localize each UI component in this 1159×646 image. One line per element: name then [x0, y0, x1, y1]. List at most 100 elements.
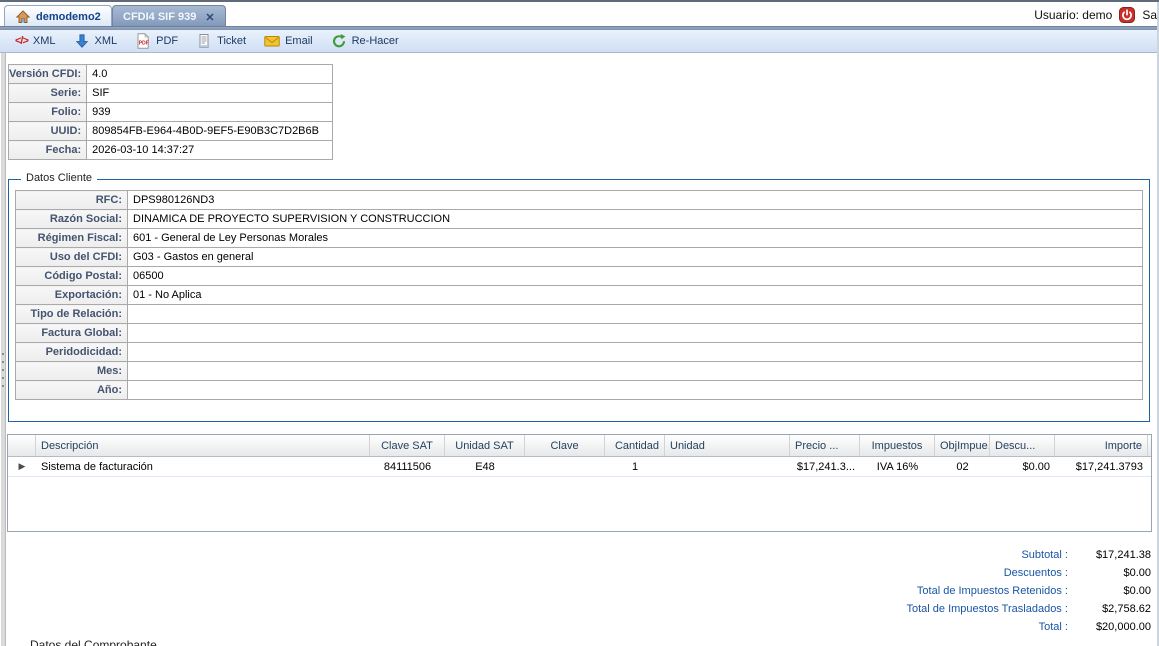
logout-label[interactable]: Sa	[1142, 8, 1157, 22]
tab-bar: demodemo2 CFDI4 SIF 939 ✕ Usuario: demo …	[0, 2, 1159, 28]
tab-cfdi4-sif-939[interactable]: CFDI4 SIF 939 ✕	[112, 5, 226, 28]
user-box: Usuario: demo Sa	[1034, 7, 1157, 23]
ticket-button[interactable]: Ticket	[187, 31, 255, 51]
total-value: $20,000.00	[1071, 618, 1151, 636]
field-label: Razón Social:	[16, 210, 128, 229]
field-value: DPS980126ND3	[128, 191, 1143, 210]
table-row: Versión CFDI: 4.0	[9, 65, 333, 84]
cell-cantidad: 1	[605, 457, 665, 476]
total-value: $17,241.38	[1071, 546, 1151, 564]
comprobante-fieldset-legend: Datos del Comprobante	[30, 638, 157, 646]
grid-header-descripcion[interactable]: Descripción	[36, 435, 370, 456]
ticket-icon	[196, 33, 212, 49]
table-row: UUID: 809854FB-E964-4B0D-9EF5-E90B3C7D2B…	[9, 122, 333, 141]
download-xml-label: XML	[95, 35, 118, 47]
close-icon[interactable]: ✕	[205, 11, 214, 24]
table-row: Año:	[16, 381, 1143, 400]
table-row: Factura Global:	[16, 324, 1143, 343]
total-line-trasladados: Total de Impuestos Trasladados : $2,758.…	[907, 600, 1152, 618]
grid-header-expander	[8, 435, 36, 456]
grid-header-cantidad[interactable]: Cantidad	[605, 435, 665, 456]
cell-objimpuesto: 02	[935, 457, 990, 476]
total-line-total: Total : $20,000.00	[907, 618, 1152, 636]
tab-doc-label: CFDI4 SIF 939	[123, 11, 196, 23]
field-value: 939	[87, 103, 333, 122]
table-row: RFC: DPS980126ND3	[16, 191, 1143, 210]
grid-header-precio[interactable]: Precio ...	[790, 435, 860, 456]
cell-clave-sat: 84111506	[370, 457, 445, 476]
field-value	[128, 362, 1143, 381]
grid-header-clave[interactable]: Clave	[525, 435, 605, 456]
grid-header-clave-sat[interactable]: Clave SAT	[370, 435, 445, 456]
field-value	[128, 343, 1143, 362]
splitter-grip-icon	[2, 353, 4, 393]
total-value: $0.00	[1071, 564, 1151, 582]
grid-header: Descripción Clave SAT Unidad SAT Clave C…	[8, 435, 1151, 457]
client-fieldset: Datos Cliente RFC: DPS980126ND3 Razón So…	[8, 179, 1150, 422]
download-arrow-icon	[74, 33, 90, 49]
field-label: Código Postal:	[16, 267, 128, 286]
field-value: G03 - Gastos en general	[128, 248, 1143, 267]
svg-text:PDF: PDF	[139, 40, 149, 46]
totals-panel: Subtotal : $17,241.38 Descuentos : $0.00…	[907, 546, 1152, 636]
field-value: 01 - No Aplica	[128, 286, 1143, 305]
field-label: Fecha:	[9, 141, 87, 160]
tab-home-demodemo2[interactable]: demodemo2	[4, 5, 112, 28]
table-row: Razón Social: DINAMICA DE PROYECTO SUPER…	[16, 210, 1143, 229]
row-expander-icon[interactable]: ▶	[8, 457, 36, 476]
view-xml-button[interactable]: </> XML	[6, 31, 65, 51]
table-row: Exportación: 01 - No Aplica	[16, 286, 1143, 305]
pdf-button[interactable]: PDF PDF	[126, 31, 187, 51]
total-label: Total de Impuestos Retenidos :	[917, 585, 1068, 597]
field-value	[128, 324, 1143, 343]
xml-code-icon: </>	[15, 35, 28, 47]
total-value: $2,758.62	[1071, 600, 1151, 618]
grid-header-unidad[interactable]: Unidad	[665, 435, 790, 456]
grid-header-objimpuesto[interactable]: ObjImpue...	[935, 435, 990, 456]
email-button[interactable]: Email	[255, 31, 322, 51]
email-icon	[264, 33, 280, 49]
field-value	[128, 381, 1143, 400]
total-value: $0.00	[1071, 582, 1151, 600]
total-label: Total :	[1039, 621, 1068, 633]
field-value: 2026-03-10 14:37:27	[87, 141, 333, 160]
toolbar: </> XML XML PDF PDF Ticket	[0, 30, 1159, 53]
table-row: Régimen Fiscal: 601 - General de Ley Per…	[16, 229, 1143, 248]
pdf-label: PDF	[156, 35, 178, 47]
cell-clave	[525, 457, 605, 476]
grid-header-unidad-sat[interactable]: Unidad SAT	[445, 435, 525, 456]
table-row: Folio: 939	[9, 103, 333, 122]
field-label: Folio:	[9, 103, 87, 122]
total-label: Total de Impuestos Trasladados :	[907, 603, 1068, 615]
home-icon	[15, 9, 31, 25]
cfdi-viewer-app: demodemo2 CFDI4 SIF 939 ✕ Usuario: demo …	[0, 0, 1159, 646]
panel-splitter[interactable]	[1, 53, 6, 646]
cell-descripcion: Sistema de facturación	[36, 457, 370, 476]
invoice-info-table: Versión CFDI: 4.0 Serie: SIF Folio: 939 …	[8, 64, 333, 160]
grid-header-impuestos[interactable]: Impuestos	[860, 435, 935, 456]
field-label: Versión CFDI:	[9, 65, 87, 84]
table-row: Código Postal: 06500	[16, 267, 1143, 286]
table-row[interactable]: ▶ Sistema de facturación 84111506 E48 1 …	[8, 457, 1151, 477]
field-label: UUID:	[9, 122, 87, 141]
field-label: Uso del CFDI:	[16, 248, 128, 267]
field-label: Factura Global:	[16, 324, 128, 343]
client-info-table: RFC: DPS980126ND3 Razón Social: DINAMICA…	[15, 190, 1143, 400]
view-xml-label: XML	[33, 35, 56, 47]
field-label: Exportación:	[16, 286, 128, 305]
total-label: Descuentos :	[1004, 567, 1068, 579]
field-label: Serie:	[9, 84, 87, 103]
redo-button[interactable]: Re-Hacer	[322, 31, 408, 51]
grid-header-importe[interactable]: Importe	[1055, 435, 1148, 456]
field-value: 809854FB-E964-4B0D-9EF5-E90B3C7D2B6B	[87, 122, 333, 141]
table-row: Uso del CFDI: G03 - Gastos en general	[16, 248, 1143, 267]
field-value: 4.0	[87, 65, 333, 84]
grid-header-descuento[interactable]: Descu...	[990, 435, 1055, 456]
cell-precio: $17,241.3...	[790, 457, 860, 476]
total-line-subtotal: Subtotal : $17,241.38	[907, 546, 1152, 564]
download-xml-button[interactable]: XML	[65, 31, 127, 51]
table-row: Tipo de Relación:	[16, 305, 1143, 324]
power-icon[interactable]	[1119, 7, 1135, 23]
total-line-descuentos: Descuentos : $0.00	[907, 564, 1152, 582]
field-label: Año:	[16, 381, 128, 400]
